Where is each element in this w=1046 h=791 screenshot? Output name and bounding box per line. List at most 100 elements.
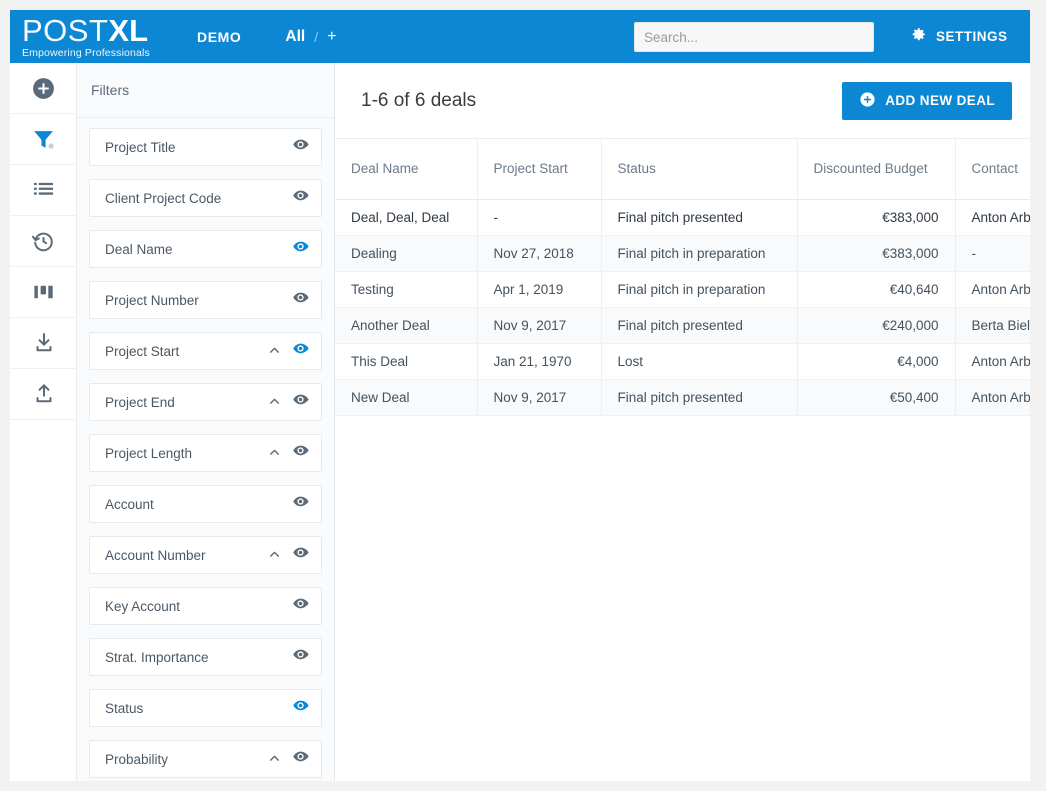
- eye-icon-active[interactable]: [292, 697, 309, 719]
- filter-item[interactable]: Project Number: [89, 281, 322, 319]
- plus-circle-icon: [859, 91, 876, 111]
- cell-discounted-budget: €240,000: [797, 307, 956, 344]
- rail-item-download[interactable]: [10, 318, 77, 369]
- icon-rail-sidebar: [10, 63, 77, 781]
- filter-item[interactable]: Status: [89, 689, 322, 727]
- logo-text-xl: XL: [108, 12, 149, 48]
- eye-icon-active[interactable]: [292, 238, 309, 260]
- eye-icon[interactable]: [292, 136, 309, 158]
- chevron-up-icon[interactable]: [268, 446, 281, 461]
- eye-icon[interactable]: [292, 748, 309, 770]
- table-row[interactable]: New Deal Nov 9, 2017 Final pitch presented…: [335, 379, 1030, 416]
- filter-item[interactable]: Deal Name: [89, 230, 322, 268]
- filter-item[interactable]: Project End: [89, 383, 322, 421]
- filter-item-label: Project End: [105, 394, 175, 410]
- filter-item[interactable]: Probability: [89, 740, 322, 778]
- eye-icon[interactable]: [292, 289, 309, 311]
- cell-project-start: Jan 21, 1970: [477, 343, 602, 380]
- filters-list: Project Title Client Project Code Deal Nam…: [77, 118, 334, 778]
- column-header-contact[interactable]: Contact: [955, 139, 1030, 200]
- column-header-project-start[interactable]: Project Start: [477, 139, 602, 200]
- eye-icon[interactable]: [292, 442, 309, 464]
- filter-item-icons: [292, 646, 309, 668]
- app-window: POST XL Empowering Professionals DEMO All…: [10, 10, 1030, 781]
- filters-title: Filters: [91, 82, 130, 98]
- chevron-up-icon[interactable]: [268, 752, 281, 767]
- deals-table-body: Deal, Deal, Deal - Final pitch presented €3…: [335, 199, 1030, 416]
- settings-label: SETTINGS: [936, 29, 1008, 44]
- chevron-up-icon[interactable]: [268, 548, 281, 563]
- eye-icon[interactable]: [292, 187, 309, 209]
- filter-item[interactable]: Project Start: [89, 332, 322, 370]
- filter-icon: [31, 127, 56, 152]
- rail-item-upload[interactable]: [10, 369, 77, 420]
- column-header-discounted-budget[interactable]: Discounted Budget: [797, 139, 956, 200]
- logo-tagline: Empowering Professionals: [22, 46, 150, 59]
- rail-item-list[interactable]: [10, 165, 77, 216]
- filter-item[interactable]: Client Project Code: [89, 179, 322, 217]
- view-tab-all[interactable]: All: [285, 28, 305, 46]
- top-header-bar: POST XL Empowering Professionals DEMO All…: [10, 10, 1030, 63]
- cell-deal-name: Dealing: [335, 235, 478, 272]
- settings-button[interactable]: SETTINGS: [910, 10, 1008, 63]
- chevron-up-icon[interactable]: [268, 395, 281, 410]
- filter-item-icons: [292, 238, 309, 260]
- filter-item-label: Status: [105, 700, 144, 716]
- filter-item[interactable]: Project Length: [89, 434, 322, 472]
- cell-contact: Berta Bieles: [955, 307, 1030, 344]
- rail-item-filters[interactable]: [10, 114, 77, 165]
- filter-item[interactable]: Strat. Importance: [89, 638, 322, 676]
- rail-item-history[interactable]: [10, 216, 77, 267]
- eye-icon-active[interactable]: [292, 340, 309, 362]
- filters-panel: Filters Project Title Client Project Code…: [77, 63, 335, 781]
- add-view-button[interactable]: +: [327, 28, 336, 46]
- eye-icon[interactable]: [292, 544, 309, 566]
- filter-item-icons: [268, 340, 309, 362]
- filter-item-icons: [292, 187, 309, 209]
- workspace-name: DEMO: [197, 28, 242, 45]
- eye-icon[interactable]: [292, 646, 309, 668]
- filter-item-label: Project Length: [105, 445, 193, 461]
- table-row[interactable]: Another Deal Nov 9, 2017 Final pitch prese…: [335, 307, 1030, 344]
- table-row[interactable]: Dealing Nov 27, 2018 Final pitch in prepar…: [335, 235, 1030, 272]
- search-input[interactable]: [634, 22, 874, 52]
- eye-icon[interactable]: [292, 391, 309, 413]
- deals-table-head: Deal Name Project Start Status Discounte…: [335, 139, 1030, 200]
- list-icon: [32, 179, 55, 202]
- app-logo[interactable]: POST XL Empowering Professionals: [22, 15, 167, 59]
- filter-item[interactable]: Account: [89, 485, 322, 523]
- rail-item-columns[interactable]: [10, 267, 77, 318]
- add-new-deal-button[interactable]: ADD NEW DEAL: [842, 81, 1012, 120]
- eye-icon[interactable]: [292, 493, 309, 515]
- filter-item[interactable]: Account Number: [89, 536, 322, 574]
- table-row[interactable]: This DealJan 21, 1970Lost€4,000Anton Arb…: [335, 343, 1030, 380]
- filter-item-icons: [268, 442, 309, 464]
- filter-item-icons: [292, 136, 309, 158]
- cell-status: Final pitch presented: [601, 199, 798, 236]
- rail-item-add[interactable]: [10, 63, 77, 114]
- table-row[interactable]: Deal, Deal, Deal - Final pitch presented €3…: [335, 199, 1030, 236]
- add-new-deal-label: ADD NEW DEAL: [885, 93, 995, 108]
- cell-contact: Anton Arbe: [955, 199, 1030, 236]
- history-icon: [31, 229, 56, 254]
- cell-contact: Anton Arbe: [955, 379, 1030, 416]
- cell-contact: -: [955, 235, 1030, 272]
- logo-text-post: POST: [22, 12, 109, 48]
- column-header-status[interactable]: Status: [601, 139, 798, 200]
- column-header-deal-name[interactable]: Deal Name: [335, 139, 478, 200]
- deals-table: Deal Name Project Start Status Discounte…: [335, 139, 1030, 416]
- filter-item-label: Account Number: [105, 547, 206, 563]
- cell-status: Final pitch in preparation: [601, 271, 798, 308]
- filter-item[interactable]: Key Account: [89, 587, 322, 625]
- filter-item[interactable]: Project Title: [89, 128, 322, 166]
- eye-icon[interactable]: [292, 595, 309, 617]
- filter-item-label: Deal Name: [105, 241, 173, 257]
- main-header: 1-6 of 6 deals ADD NEW DEAL: [335, 63, 1030, 139]
- table-row[interactable]: Testing Apr 1, 2019 Final pitch in prepara…: [335, 271, 1030, 308]
- cell-project-start: Nov 9, 2017: [477, 379, 602, 416]
- cell-status: Final pitch presented: [601, 379, 798, 416]
- download-icon: [32, 331, 56, 355]
- cell-status: Final pitch presented: [601, 307, 798, 344]
- filter-item-icons: [292, 697, 309, 719]
- chevron-up-icon[interactable]: [268, 344, 281, 359]
